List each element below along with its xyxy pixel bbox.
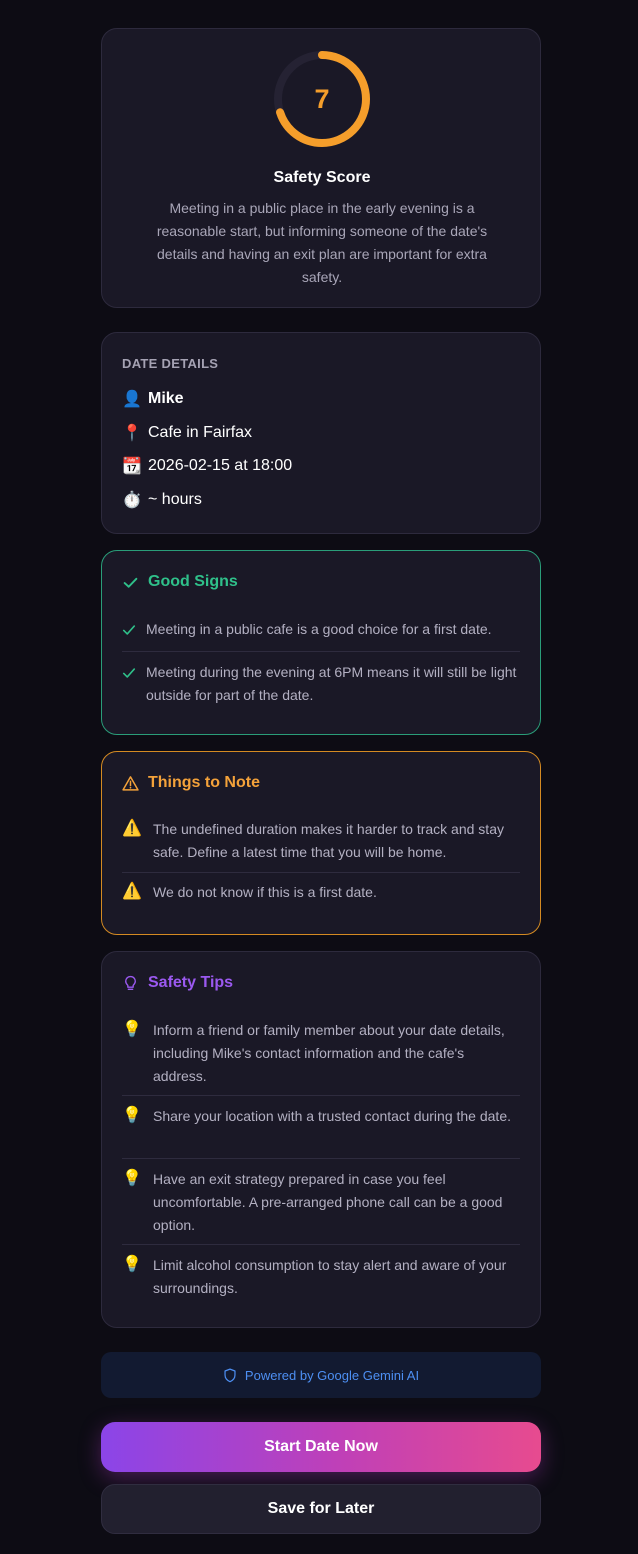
check-icon [123,577,138,588]
check-icon [122,618,146,644]
note-item: ⚠️ We do not know if this is a first dat… [122,881,520,904]
tip-text: Limit alcohol consumption to stay alert … [153,1257,507,1296]
detail-location: 📍 Cafe in Fairfax [122,423,252,443]
powered-by-banner: Powered by Google Gemini AI [101,1352,541,1398]
tip-text: Have an exit strategy prepared in case y… [153,1171,503,1233]
divider [122,1158,520,1159]
good-signs-card: Good Signs Meeting in a public cafe is a… [101,550,541,735]
lightbulb-icon [125,975,136,990]
calendar-icon: 📆 [122,458,142,475]
things-to-note-title: Things to Note [148,774,260,791]
good-sign-text: Meeting in a public cafe is a good choic… [146,621,492,637]
detail-duration: ⏱️ ~ hours [122,490,202,510]
safety-tips-header: Safety Tips [122,974,233,992]
safety-score-card: 7 Safety Score Meeting in a public place… [101,28,541,308]
detail-datetime-text: 2026-02-15 at 18:00 [148,457,293,474]
good-sign-item: Meeting during the evening at 6PM means … [122,661,520,707]
good-signs-title: Good Signs [148,573,238,590]
divider [122,1244,520,1245]
tip-item: 💡 Limit alcohol consumption to stay aler… [122,1254,520,1300]
score-description: Meeting in a public place in the early e… [156,200,488,285]
warning-icon: ⚠️ [122,883,142,900]
tip-text: Inform a friend or family member about y… [153,1022,505,1084]
divider [122,651,520,652]
warning-icon: ⚠️ [122,820,142,837]
detail-duration-text: ~ hours [148,491,202,508]
detail-name-text: Mike [148,390,184,407]
divider [122,872,520,873]
lightbulb-icon: 💡 [122,1170,142,1187]
date-details-card: DATE DETAILS 👤 Mike 📍 Cafe in Fairfax 📆 … [101,332,541,534]
things-to-note-header: Things to Note [122,774,260,792]
warning-icon [122,775,139,791]
powered-by-text: Powered by Google Gemini AI [244,1367,420,1383]
tip-text: Share your location with a trusted conta… [153,1108,511,1124]
save-for-later-button[interactable]: Save for Later [101,1484,541,1534]
good-sign-item: Meeting in a public cafe is a good choic… [122,618,520,644]
score-value: 7 [314,83,330,114]
date-details-heading: DATE DETAILS [122,356,219,371]
person-icon: 👤 [122,391,142,408]
good-sign-text: Meeting during the evening at 6PM means … [146,664,517,703]
lightbulb-icon: 💡 [122,1021,142,1038]
lightbulb-icon: 💡 [122,1256,142,1273]
tip-item: 💡 Share your location with a trusted con… [122,1105,520,1128]
score-title: Safety Score [273,169,371,186]
note-text: We do not know if this is a first date. [153,884,377,900]
safety-tips-title: Safety Tips [148,974,234,991]
note-text: The undefined duration makes it harder t… [153,821,504,860]
shield-icon [224,1368,236,1382]
safety-tips-card: Safety Tips 💡 Inform a friend or family … [101,951,541,1328]
detail-datetime: 📆 2026-02-15 at 18:00 [122,456,292,476]
good-signs-header: Good Signs [122,573,238,591]
detail-location-text: Cafe in Fairfax [148,424,253,441]
stopwatch-icon: ⏱️ [122,492,142,509]
check-icon [122,661,146,687]
detail-name: 👤 Mike [122,389,184,409]
things-to-note-card: Things to Note ⚠️ The undefined duration… [101,751,541,935]
start-date-button[interactable]: Start Date Now [101,1422,541,1472]
note-item: ⚠️ The undefined duration makes it harde… [122,818,520,864]
divider [122,1095,520,1096]
pin-icon: 📍 [122,425,142,442]
lightbulb-icon: 💡 [122,1107,142,1124]
score-ring: 7 [272,49,372,149]
tip-item: 💡 Inform a friend or family member about… [122,1019,520,1088]
tip-item: 💡 Have an exit strategy prepared in case… [122,1168,520,1237]
